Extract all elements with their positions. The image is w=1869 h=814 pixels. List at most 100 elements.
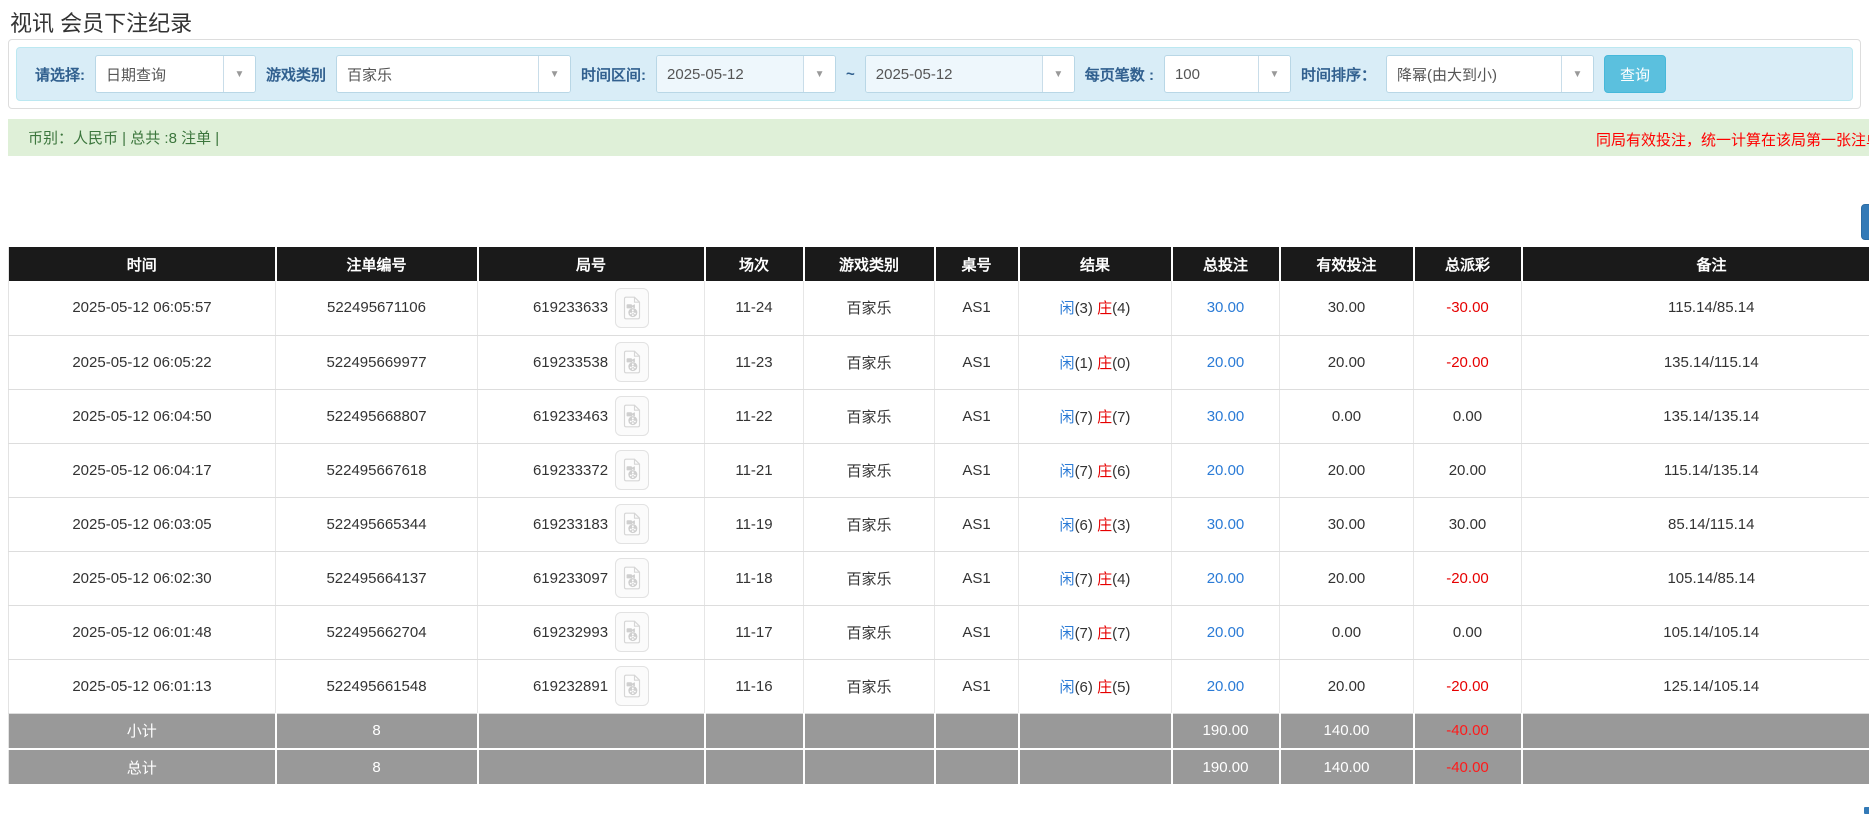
cell-valid-bet: 30.00 bbox=[1280, 281, 1414, 335]
result-text: 闲(6) 庄(3) bbox=[1060, 517, 1131, 534]
summary-cell bbox=[935, 749, 1019, 785]
page-title: 视讯 会员下注纪录 bbox=[10, 6, 192, 38]
summary-cell bbox=[804, 713, 935, 749]
result-text: 闲(3) 庄(4) bbox=[1060, 300, 1131, 317]
column-header: 游戏类别 bbox=[804, 247, 935, 281]
video-replay-button[interactable] bbox=[615, 558, 649, 598]
page-size-select[interactable]: 100 ▼ bbox=[1164, 55, 1291, 93]
cell-round-number: 619232891 bbox=[478, 659, 705, 713]
column-header: 备注 bbox=[1522, 247, 1869, 281]
cell-game-category: 百家乐 bbox=[804, 335, 935, 389]
total-bet-link[interactable]: 20.00 bbox=[1207, 678, 1245, 695]
cell-game-category: 百家乐 bbox=[804, 281, 935, 335]
summary-cell bbox=[705, 749, 804, 785]
total-bet-link[interactable]: 30.00 bbox=[1207, 408, 1245, 425]
date-from-value: 2025-05-12 bbox=[657, 56, 803, 92]
cell-total-bet: 20.00 bbox=[1172, 551, 1280, 605]
cell-total-payout: -20.00 bbox=[1414, 551, 1522, 605]
total-bet-link[interactable]: 20.00 bbox=[1207, 624, 1245, 641]
column-header: 桌号 bbox=[935, 247, 1019, 281]
cell-game-category: 百家乐 bbox=[804, 551, 935, 605]
column-header: 注单编号 bbox=[276, 247, 478, 281]
column-header: 场次 bbox=[705, 247, 804, 281]
cell-result: 闲(7) 庄(6) bbox=[1019, 443, 1172, 497]
cell-round-number: 619233097 bbox=[478, 551, 705, 605]
date-to-select[interactable]: 2025-05-12 ▼ bbox=[865, 55, 1075, 93]
cell-remark: 135.14/115.14 bbox=[1522, 335, 1869, 389]
chevron-down-icon[interactable]: ▼ bbox=[538, 56, 570, 92]
video-replay-button[interactable] bbox=[615, 396, 649, 436]
cell-total-bet: 20.00 bbox=[1172, 605, 1280, 659]
cell-remark: 105.14/105.14 bbox=[1522, 605, 1869, 659]
cell-remark: 105.14/85.14 bbox=[1522, 551, 1869, 605]
cell-total-payout: -30.00 bbox=[1414, 281, 1522, 335]
total-bet-link[interactable]: 20.00 bbox=[1207, 462, 1245, 479]
cell-total-bet: 20.00 bbox=[1172, 443, 1280, 497]
total-bet-link[interactable]: 20.00 bbox=[1207, 354, 1245, 371]
cell-total-payout: -20.00 bbox=[1414, 659, 1522, 713]
time-sort-select[interactable]: 降幂(由大到小) ▼ bbox=[1386, 55, 1594, 93]
chevron-down-icon[interactable]: ▼ bbox=[1561, 56, 1593, 92]
cell-game-category: 百家乐 bbox=[804, 389, 935, 443]
cell-round-number: 619233183 bbox=[478, 497, 705, 551]
search-button[interactable]: 查询 bbox=[1604, 55, 1666, 93]
table-header-row: 时间注单编号局号场次游戏类别桌号结果总投注有效投注总派彩备注 bbox=[9, 247, 1869, 281]
summary-cell: -40.00 bbox=[1414, 713, 1522, 749]
cell-table-number: AS1 bbox=[935, 281, 1019, 335]
cell-session: 11-19 bbox=[705, 497, 804, 551]
cell-bet-number: 522495665344 bbox=[276, 497, 478, 551]
round-number: 619232891 bbox=[533, 678, 608, 695]
total-bet-link[interactable]: 30.00 bbox=[1207, 516, 1245, 533]
date-from-select[interactable]: 2025-05-12 ▼ bbox=[656, 55, 836, 93]
pagination-element-clipped[interactable] bbox=[1864, 807, 1869, 814]
cell-total-bet: 30.00 bbox=[1172, 281, 1280, 335]
cell-total-payout: 0.00 bbox=[1414, 605, 1522, 659]
cell-bet-number: 522495668807 bbox=[276, 389, 478, 443]
cell-result: 闲(7) 庄(4) bbox=[1019, 551, 1172, 605]
summary-cell: 190.00 bbox=[1172, 713, 1280, 749]
chevron-down-icon[interactable]: ▼ bbox=[1042, 56, 1074, 92]
video-file-icon bbox=[622, 512, 642, 536]
table-row: 2025-05-12 06:01:48522495662704619232993… bbox=[9, 605, 1869, 659]
game-category-select[interactable]: 百家乐 ▼ bbox=[336, 55, 571, 93]
chevron-down-icon[interactable]: ▼ bbox=[803, 56, 835, 92]
cell-table-number: AS1 bbox=[935, 443, 1019, 497]
summary-cell: 140.00 bbox=[1280, 713, 1414, 749]
video-file-icon bbox=[622, 674, 642, 698]
export-button-clipped[interactable] bbox=[1861, 204, 1869, 240]
round-number: 619233183 bbox=[533, 516, 608, 533]
cell-bet-number: 522495667618 bbox=[276, 443, 478, 497]
chevron-down-icon[interactable]: ▼ bbox=[223, 56, 255, 92]
total-bet-link[interactable]: 20.00 bbox=[1207, 570, 1245, 587]
video-replay-button[interactable] bbox=[615, 342, 649, 382]
video-replay-button[interactable] bbox=[615, 504, 649, 544]
video-replay-button[interactable] bbox=[615, 450, 649, 490]
video-file-icon bbox=[622, 566, 642, 590]
video-replay-button[interactable] bbox=[615, 288, 649, 328]
cell-remark: 85.14/115.14 bbox=[1522, 497, 1869, 551]
query-type-select[interactable]: 日期查询 ▼ bbox=[95, 55, 256, 93]
time-sort-label: 时间排序： bbox=[1301, 64, 1376, 85]
cell-session: 11-24 bbox=[705, 281, 804, 335]
chevron-down-icon[interactable]: ▼ bbox=[1258, 56, 1290, 92]
summary-row: 总计8190.00140.00-40.00 bbox=[9, 749, 1869, 785]
cell-valid-bet: 20.00 bbox=[1280, 659, 1414, 713]
cell-result: 闲(6) 庄(5) bbox=[1019, 659, 1172, 713]
total-bet-link[interactable]: 30.00 bbox=[1207, 299, 1245, 316]
time-sort-value: 降幂(由大到小) bbox=[1387, 56, 1561, 92]
video-replay-button[interactable] bbox=[615, 666, 649, 706]
cell-remark: 115.14/135.14 bbox=[1522, 443, 1869, 497]
cell-table-number: AS1 bbox=[935, 497, 1019, 551]
column-header: 有效投注 bbox=[1280, 247, 1414, 281]
cell-total-bet: 20.00 bbox=[1172, 335, 1280, 389]
video-replay-button[interactable] bbox=[615, 612, 649, 652]
summary-cell bbox=[1019, 713, 1172, 749]
table-row: 2025-05-12 06:01:13522495661548619232891… bbox=[9, 659, 1869, 713]
cell-round-number: 619232993 bbox=[478, 605, 705, 659]
cell-time: 2025-05-12 06:05:22 bbox=[9, 335, 276, 389]
cell-result: 闲(7) 庄(7) bbox=[1019, 605, 1172, 659]
cell-game-category: 百家乐 bbox=[804, 605, 935, 659]
date-to-value: 2025-05-12 bbox=[866, 56, 1042, 92]
cell-time: 2025-05-12 06:04:17 bbox=[9, 443, 276, 497]
cell-total-payout: 20.00 bbox=[1414, 443, 1522, 497]
